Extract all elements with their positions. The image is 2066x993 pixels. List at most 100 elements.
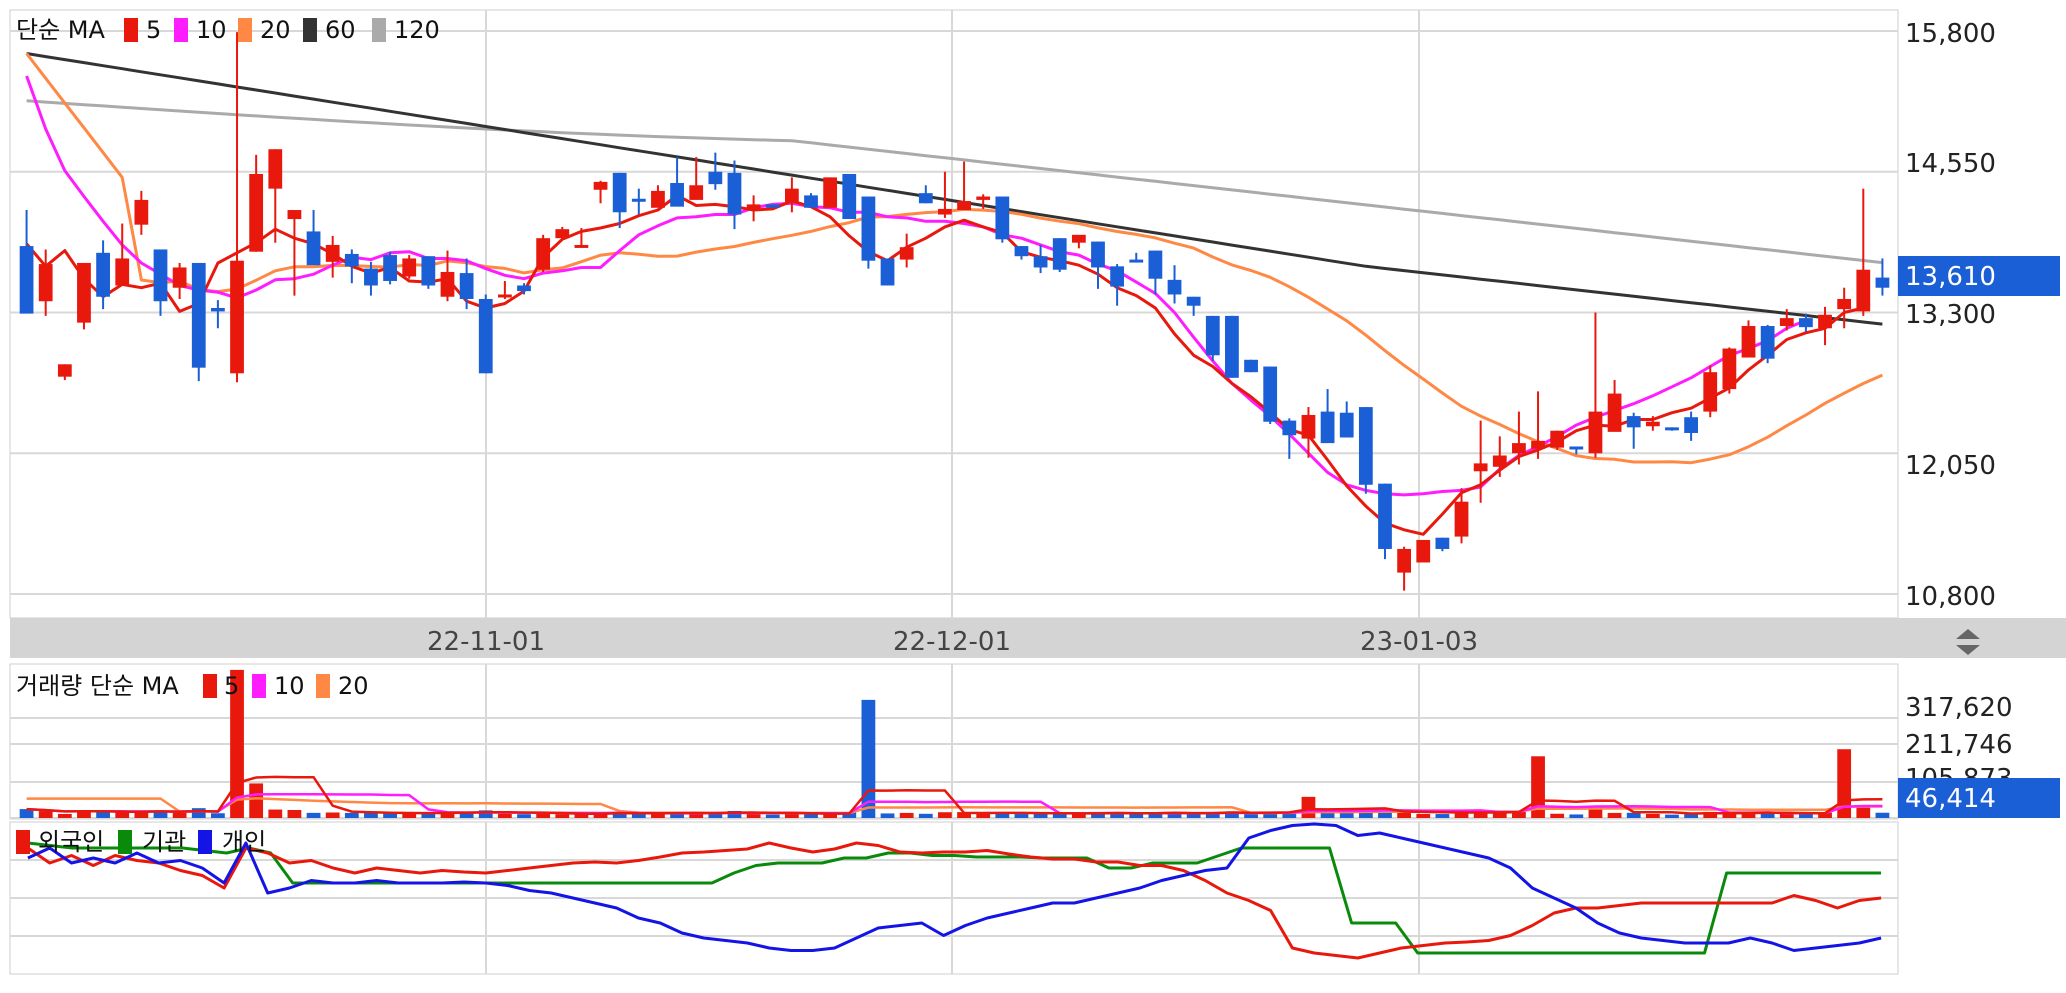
- candle-down: [383, 251, 397, 285]
- candle-down: [880, 258, 895, 286]
- candle-down: [1665, 427, 1679, 431]
- candle-body: [287, 210, 302, 220]
- chart-canvas[interactable]: 단순 MA 5 10 20 60 120 15,800 14,550 13,30…: [0, 0, 2066, 989]
- candle-up: [402, 255, 417, 279]
- candle-body: [1358, 407, 1373, 485]
- volume-bar: [555, 814, 570, 818]
- candle-body: [1263, 366, 1278, 422]
- candle-body: [689, 185, 704, 200]
- candle-body: [306, 231, 321, 266]
- candle-body: [1397, 548, 1412, 573]
- price-tick: 14,550: [1905, 149, 1996, 179]
- institution-swatch: [118, 830, 132, 854]
- volume-tick: 211,746: [1905, 730, 2013, 760]
- candle-body: [918, 193, 933, 204]
- candle-body: [1799, 318, 1813, 328]
- vol-ma5-label: 5: [224, 672, 239, 700]
- price-tick: 10,800: [1905, 582, 1996, 612]
- foreign-label: 외국인: [38, 828, 104, 856]
- volume-bar: [344, 812, 359, 818]
- candle-body: [1435, 537, 1450, 549]
- candle-body: [1722, 348, 1737, 390]
- candle-body: [995, 196, 1010, 240]
- price-panel[interactable]: [9, 9, 1899, 619]
- foreign-swatch: [16, 830, 30, 854]
- ma120-label: 120: [394, 16, 440, 44]
- candle-body: [1741, 326, 1756, 358]
- ma120-swatch: [372, 18, 386, 42]
- candle-body: [1473, 463, 1488, 472]
- date-label: 23-01-03: [1360, 627, 1478, 657]
- volume-bar: [1569, 814, 1584, 818]
- candle-body: [364, 268, 378, 286]
- investor-legend: 외국인 기관 개인: [16, 828, 266, 856]
- volume-bar: [1645, 814, 1660, 818]
- candle-body: [19, 246, 34, 314]
- volume-bar: [1014, 814, 1029, 818]
- individual-swatch: [198, 830, 212, 854]
- candle-body: [899, 247, 914, 260]
- volume-bar: [191, 808, 206, 818]
- volume-bar: [1339, 812, 1354, 818]
- individual-label: 개인: [222, 828, 266, 856]
- volume-bar: [765, 814, 780, 818]
- candle-body: [1665, 427, 1679, 431]
- candle-body: [536, 238, 551, 270]
- candle-body: [497, 294, 512, 298]
- candle-body: [1225, 315, 1239, 378]
- candle-down: [421, 256, 436, 289]
- candle-up: [77, 262, 91, 330]
- volume-bar: [1550, 813, 1565, 818]
- candle-up: [1416, 539, 1431, 563]
- candle-body: [1148, 250, 1163, 279]
- candle-body: [938, 208, 952, 215]
- date-axis[interactable]: 22-11-01 22-12-01 23-01-03: [10, 618, 2066, 658]
- ma20-label: 20: [260, 16, 291, 44]
- volume-bar: [211, 813, 225, 818]
- candle-body: [804, 195, 818, 208]
- volume-bar: [1626, 812, 1641, 818]
- volume-bar: [918, 813, 933, 818]
- candle-up: [1550, 430, 1565, 450]
- investor-panel[interactable]: [9, 821, 1899, 975]
- candle-up: [1722, 347, 1737, 394]
- candle-body: [459, 273, 474, 299]
- candle-down: [1378, 483, 1392, 560]
- candle-body: [670, 183, 684, 207]
- vol-ma20-label: 20: [338, 672, 369, 700]
- candle-body: [1282, 420, 1297, 436]
- volume-bar: [1129, 814, 1144, 818]
- volume-bar: [1435, 814, 1450, 818]
- candle-body: [1607, 393, 1622, 432]
- candle-body: [1856, 269, 1871, 312]
- institution-label: 기관: [142, 828, 186, 856]
- current-price-label: 13,610: [1905, 262, 1996, 292]
- candle-body: [1186, 296, 1201, 306]
- volume-bar: [1875, 812, 1890, 818]
- volume-bar: [268, 809, 283, 818]
- candle-body: [115, 258, 130, 286]
- candle-body: [1301, 414, 1316, 439]
- candle-up: [536, 234, 551, 272]
- candle-body: [1626, 416, 1641, 428]
- candle-down: [842, 174, 857, 220]
- candle-body: [1550, 430, 1565, 448]
- volume-bar: [1856, 807, 1871, 818]
- volume-bar: [1607, 812, 1622, 818]
- candle-down: [191, 262, 206, 382]
- candle-body: [325, 244, 340, 262]
- candle-down: [1358, 407, 1373, 494]
- candle-body: [708, 171, 723, 185]
- volume-bar: [325, 812, 340, 818]
- candle-body: [1416, 539, 1431, 563]
- candle-body: [1071, 234, 1086, 243]
- candle-body: [1760, 326, 1775, 359]
- volume-bar: [249, 783, 264, 818]
- vol-ma10-label: 10: [274, 672, 305, 700]
- volume-bar: [497, 813, 512, 818]
- date-label: 22-12-01: [893, 627, 1011, 657]
- price-tick: 15,800: [1905, 19, 1996, 49]
- candle-body: [96, 252, 110, 297]
- ma10-label: 10: [196, 16, 227, 44]
- volume-bar: [804, 814, 818, 818]
